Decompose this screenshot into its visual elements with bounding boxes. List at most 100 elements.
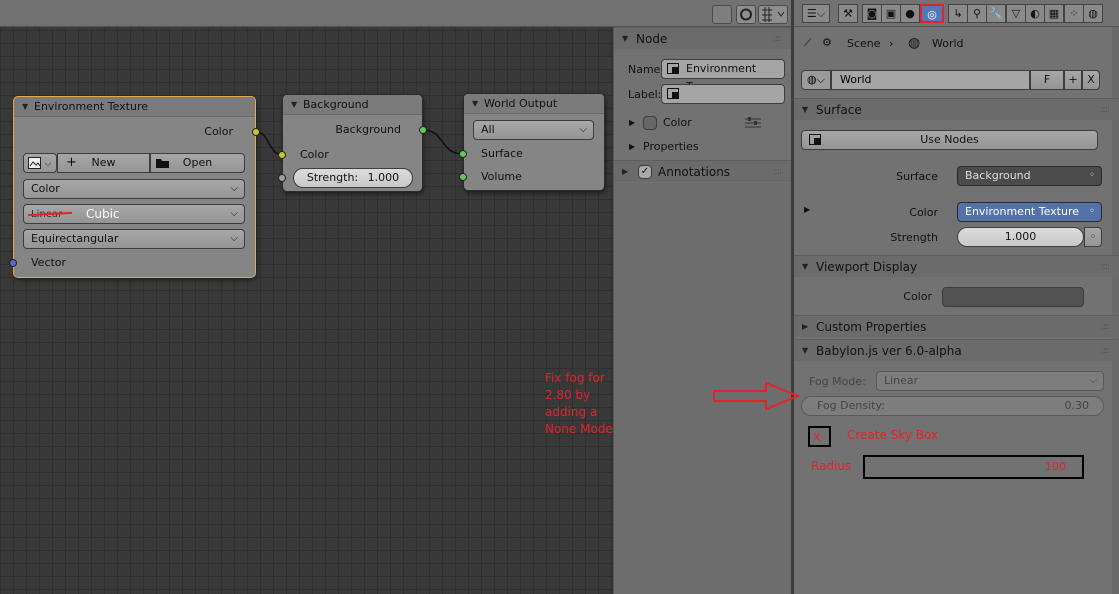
backdrop-icon[interactable] [736,5,756,24]
input-vector-socket[interactable] [9,259,17,267]
data-tab-icon[interactable]: ▽ [1006,4,1026,23]
viewport-color-swatch[interactable] [942,287,1084,307]
material-tab-icon[interactable]: ◐ [1025,4,1045,23]
color-palette-icon[interactable] [745,116,761,130]
color-checkbox[interactable] [643,116,657,130]
node-header[interactable]: ▼ Background [283,95,422,115]
interpolation-dropdown[interactable]: Linear Cubic ⌵ [23,204,245,224]
fake-user-button[interactable]: F [1030,70,1064,90]
fog-density-field[interactable]: Fog Density: 0.30 [801,396,1104,416]
breadcrumb-world[interactable]: World [932,37,964,50]
use-nodes-button[interactable]: Use Nodes [801,130,1098,150]
create-skybox-checkbox[interactable]: X [808,426,831,447]
collapse-triangle-icon[interactable]: ▼ [802,340,808,362]
render-tab-icon[interactable]: ⚒ [838,4,858,23]
chevron-down-icon: ⌵ [579,124,587,135]
interpolation-new-value: Cubic [86,207,120,221]
world-name-field[interactable]: World [831,70,1030,90]
constraints-tab-icon[interactable]: ⚲ [967,4,987,23]
output-tab-icon[interactable]: ▣ [881,4,901,23]
input-surface-socket[interactable] [459,150,467,158]
node-label-field[interactable] [661,84,785,104]
strength-field[interactable]: 1.000 [957,227,1084,247]
drag-grip-icon[interactable]: :::: [1101,340,1110,362]
color-space-dropdown[interactable]: Color ⌵ [23,179,245,199]
node-editor-canvas[interactable]: ▼ Environment Texture Color ⌵ + New Open… [0,0,613,594]
collapse-triangle-icon[interactable]: ▼ [622,28,628,50]
input-surface-label: Surface [481,147,523,160]
input-color-socket[interactable] [278,151,286,159]
checkbox-mark: X [813,431,821,444]
expand-triangle-icon[interactable]: ▶ [629,142,635,151]
drag-grip-icon[interactable]: :::: [773,28,782,50]
pin-icon[interactable]: ⟋ [804,36,812,50]
world-output-node[interactable]: ▼ World Output All ⌵ Surface Volume [459,93,605,191]
target-value: All [481,123,495,136]
custom-properties-panel-header[interactable]: ▶ Custom Properties :::: [794,315,1119,337]
world-tab-icon[interactable]: ◎ [920,4,944,23]
environment-texture-node[interactable]: ▼ Environment Texture Color ⌵ + New Open… [9,96,260,278]
projection-value: Equirectangular [31,232,119,245]
node-header[interactable]: ▼ Environment Texture [14,97,255,117]
drag-grip-icon[interactable]: :::: [1101,99,1110,121]
physics-tab-icon[interactable]: ◍ [1083,4,1103,23]
particles-tab-icon[interactable]: ⁘ [1064,4,1084,23]
snap-icon[interactable] [758,5,788,24]
viewport-display-panel-header[interactable]: ▼ Viewport Display :::: [794,255,1119,277]
editor-type-icon[interactable]: ☰⌵ [802,4,830,23]
properties-label[interactable]: Properties [643,140,699,153]
babylon-panel-header[interactable]: ▼ Babylon.js ver 6.0-alpha :::: [794,339,1119,361]
world-datablock-selector[interactable]: ◍⌵ [801,70,831,90]
surface-shader-dropdown[interactable]: Background ◦ [957,166,1102,186]
strength-field[interactable]: Strength: 1.000 [293,168,413,188]
new-image-button[interactable]: + New [57,153,150,173]
projection-dropdown[interactable]: Equirectangular ⌵ [23,229,245,249]
surface-panel-header[interactable]: ▼ Surface :::: [794,98,1119,120]
target-dropdown[interactable]: All ⌵ [473,120,594,140]
expand-triangle-icon[interactable]: ▶ [804,205,810,214]
radius-field[interactable]: 100 [863,455,1084,479]
open-label: Open [182,156,213,169]
breadcrumb-scene[interactable]: Scene [847,37,881,50]
input-volume-socket[interactable] [459,173,467,181]
scene-tab-icon[interactable]: ● [900,4,920,23]
socket-dot-icon: ◦ [1089,206,1095,217]
strength-socket-button[interactable]: ◦ [1084,227,1102,247]
texture-tab-icon[interactable]: ▦ [1044,4,1064,23]
collapse-triangle-icon[interactable]: ▼ [802,256,808,278]
expand-triangle-icon[interactable]: ▶ [802,316,808,338]
node-name-field[interactable]: Environment Tex... [661,59,785,93]
camera-tab-icon[interactable]: ◙ [862,4,882,23]
expand-triangle-icon[interactable]: ▶ [622,161,628,183]
collapse-triangle-icon[interactable]: ▼ [22,97,28,117]
modifiers-tab-icon[interactable]: 🔧 [986,4,1006,23]
color-input-dropdown[interactable]: Environment Texture ◦ [957,202,1102,222]
collapse-triangle-icon[interactable]: ▼ [291,95,297,115]
output-color-socket[interactable] [252,128,260,136]
object-tab-icon[interactable]: ↳ [948,4,968,23]
image-browse-button[interactable]: ⌵ [23,153,57,173]
unlink-world-button[interactable]: X [1082,70,1100,90]
pin-icon[interactable] [712,5,732,24]
surface-value: Background [965,169,1031,182]
input-strength-socket[interactable] [278,174,286,182]
node-header[interactable]: ▼ World Output [464,94,604,114]
chevron-down-icon: ⌵ [1089,375,1097,386]
annotation-line-2: adding a None Mode [545,405,613,436]
drag-grip-icon[interactable]: :::: [1101,316,1110,338]
node-panel-header[interactable]: ▼ Node :::: [614,27,791,49]
open-image-button[interactable]: Open [150,153,245,173]
annotations-panel-header[interactable]: ▶ ✓ Annotations :::: [614,160,791,182]
fog-mode-dropdown[interactable]: Linear ⌵ [876,371,1104,391]
output-background-socket[interactable] [419,126,427,134]
background-node[interactable]: ▼ Background Background Color Strength: … [278,94,427,192]
collapse-triangle-icon[interactable]: ▼ [802,99,808,121]
drag-grip-icon[interactable]: :::: [773,161,782,183]
new-world-button[interactable]: + [1064,70,1082,90]
collapse-triangle-icon[interactable]: ▼ [472,94,478,114]
drag-grip-icon[interactable]: :::: [1101,256,1110,278]
expand-triangle-icon[interactable]: ▶ [629,118,635,127]
surface-label: Surface [896,170,938,183]
annotations-checkbox[interactable]: ✓ [638,165,652,179]
chevron-down-icon: ⌵ [230,208,238,219]
